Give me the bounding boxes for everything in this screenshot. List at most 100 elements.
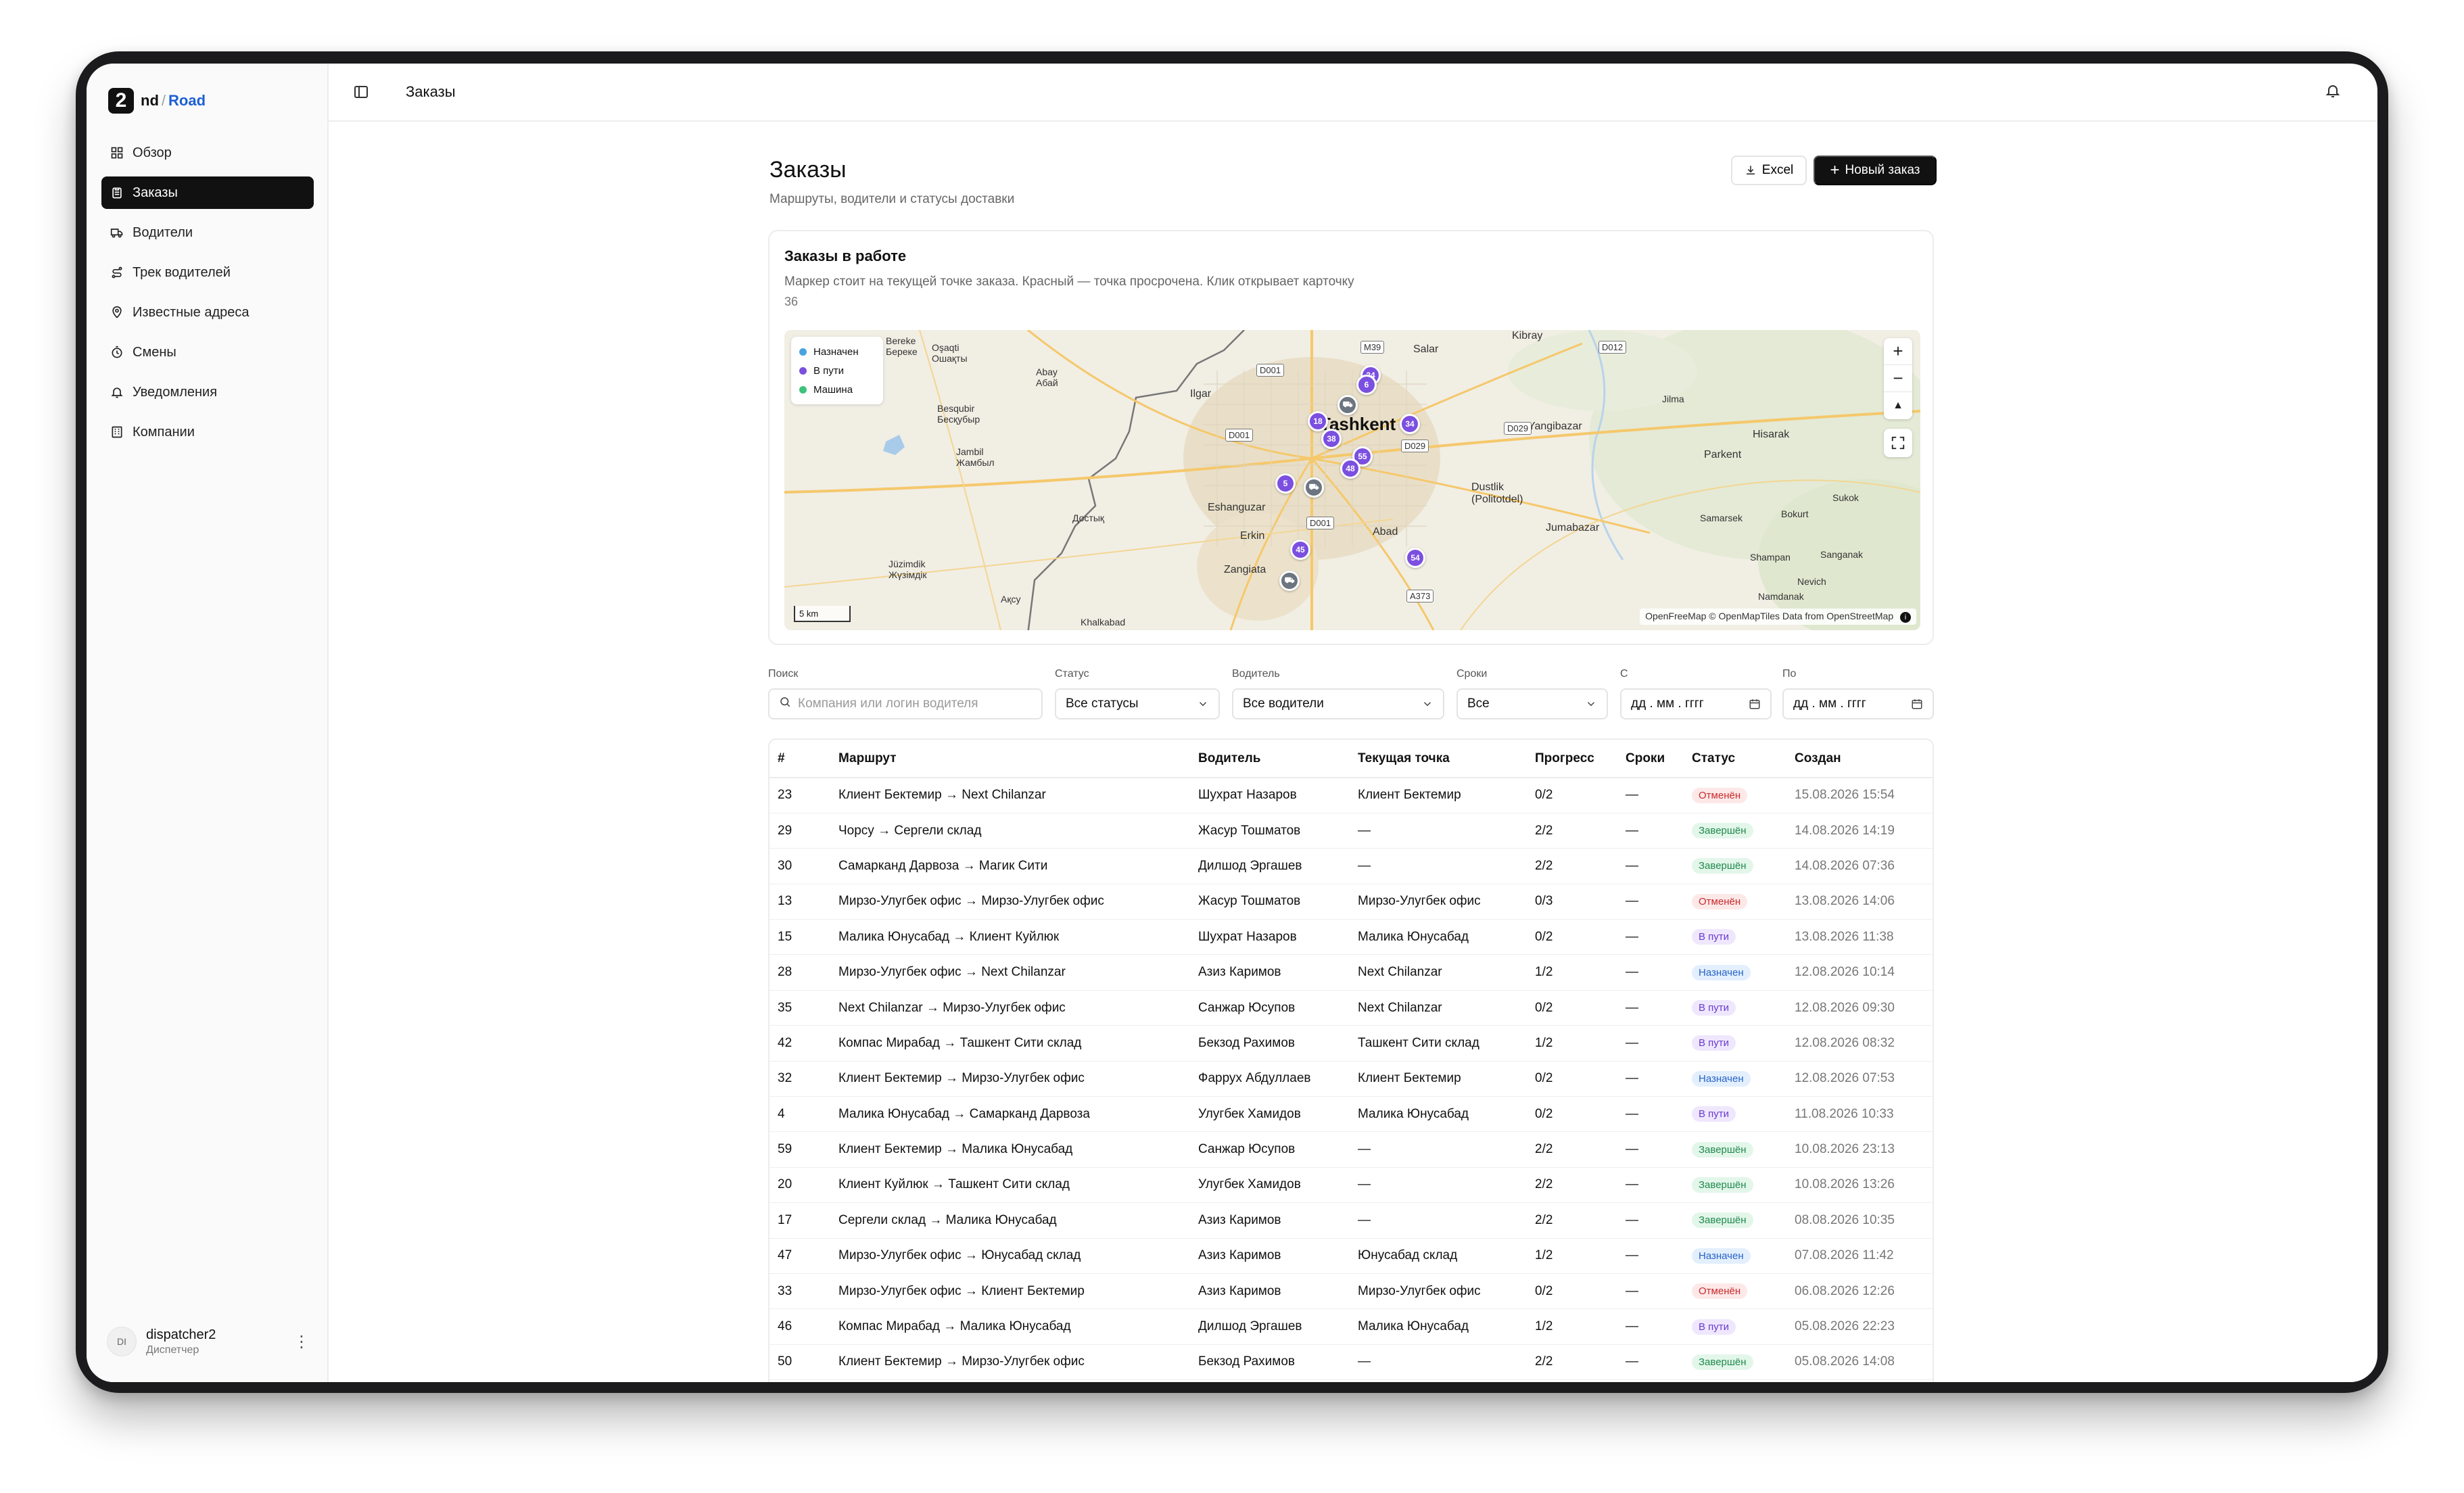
orders-map[interactable]: Назначен В пути Машина Bereke Береке Oşa…	[784, 330, 1920, 630]
map-place-label: Eshanguzar	[1208, 502, 1266, 513]
sidebar-item-known-addresses[interactable]: Известные адреса	[101, 296, 314, 329]
new-order-button[interactable]: + Новый заказ	[1814, 156, 1937, 185]
sidebar-item-driver-track[interactable]: Трек водителей	[101, 256, 314, 289]
driver-cell: Улугбек Хамидов	[1190, 1096, 1350, 1133]
table-row[interactable]: 23 Клиент Бектемир → Next Chilanzar Шухрат…	[769, 778, 1933, 813]
order-marker[interactable]: 48	[1340, 458, 1360, 479]
calendar-icon[interactable]	[1911, 698, 1923, 710]
status-cell: Завершён	[1684, 1131, 1786, 1168]
date-to-input[interactable]: дд . мм . гггг	[1782, 688, 1934, 719]
logo-text: nd / Road	[141, 92, 206, 110]
table-row[interactable]: 46 Компас Мирабад → Малика Юнусабад Дилшод…	[769, 1308, 1933, 1345]
more-vertical-icon[interactable]: ⋮	[293, 1332, 310, 1352]
sidebar-item-orders[interactable]: Заказы	[101, 176, 314, 209]
sidebar-toggle-icon[interactable]	[353, 84, 369, 100]
logo-mark: 2	[108, 88, 134, 114]
sidebar-item-label: Обзор	[133, 145, 172, 160]
status-badge: Завершён	[1692, 1177, 1753, 1193]
table-row[interactable]: 28 Мирзо-Улугбек офис → Next Chilanzar Ази…	[769, 954, 1933, 991]
sidebar-item-overview[interactable]: Обзор	[101, 137, 314, 169]
info-icon[interactable]: i	[1900, 612, 1911, 623]
map-place-label: Salar	[1413, 343, 1439, 355]
table-header-row: # Маршрут Водитель Текущая точка Прогрес…	[769, 740, 1933, 778]
route-cell: Мирзо-Улугбек офис → Next Chilanzar	[830, 954, 1190, 991]
order-id-cell: 4	[769, 1096, 830, 1133]
compass-button[interactable]: ▲	[1884, 392, 1912, 419]
vehicle-marker[interactable]: ⛟	[1304, 477, 1324, 498]
notifications-bell-icon[interactable]	[2325, 82, 2342, 100]
route-cell: Чорсу → Сергели склад	[830, 813, 1190, 849]
zoom-in-button[interactable]: +	[1884, 338, 1912, 365]
fullscreen-button[interactable]	[1884, 429, 1912, 457]
date-from-input[interactable]: дд . мм . гггг	[1620, 688, 1772, 719]
order-id-cell: 15	[769, 919, 830, 955]
sidebar-item-companies[interactable]: Компании	[101, 416, 314, 448]
deadline-cell: —	[1617, 990, 1684, 1026]
column-header[interactable]: Маршрут	[830, 740, 1190, 778]
progress-cell: 2/2	[1527, 1202, 1617, 1239]
fullscreen-icon	[1891, 436, 1905, 450]
order-marker[interactable]: 18	[1308, 411, 1328, 431]
map-place-label: Bereke Береке	[886, 335, 918, 357]
table-row[interactable]: 59 Клиент Бектемир → Малика Юнусабад Санжа…	[769, 1131, 1933, 1168]
order-marker[interactable]: 38	[1321, 429, 1342, 449]
table-row[interactable]: 33 Мирзо-Улугбек офис → Клиент Бектемир Аз…	[769, 1273, 1933, 1310]
table-row[interactable]: 32 Клиент Бектемир → Мирзо-Улугбек офис Фа…	[769, 1061, 1933, 1097]
app-window: 2 nd / Road Обзор Заказы Водители Трек вод…	[87, 64, 2377, 1382]
order-marker[interactable]: 5	[1275, 473, 1296, 494]
table-row[interactable]: 20 Клиент Куйлюк → Ташкент Сити склад Улуг…	[769, 1167, 1933, 1204]
column-header[interactable]: Водитель	[1190, 740, 1350, 778]
app-logo[interactable]: 2 nd / Road	[108, 88, 206, 114]
column-header[interactable]: #	[769, 740, 830, 778]
route-icon	[110, 265, 124, 280]
table-row[interactable]: 47 Мирзо-Улугбек офис → Юнусабад склад Ази…	[769, 1238, 1933, 1274]
order-id-cell: 29	[769, 813, 830, 849]
column-header[interactable]: Сроки	[1617, 740, 1684, 778]
deadline-cell: —	[1617, 954, 1684, 991]
sidebar-item-shifts[interactable]: Смены	[101, 336, 314, 369]
deadline-select[interactable]: Все	[1456, 688, 1608, 719]
order-marker[interactable]: 54	[1405, 548, 1425, 568]
driver-cell: Азиз Каримов	[1190, 1273, 1350, 1310]
table-row[interactable]: 50 Клиент Бектемир → Мирзо-Улугбек офис Бе…	[769, 1344, 1933, 1381]
progress-cell: 2/2	[1527, 848, 1617, 884]
driver-select[interactable]: Все водители	[1232, 688, 1444, 719]
calendar-icon[interactable]	[1749, 698, 1761, 710]
sidebar-item-drivers[interactable]: Водители	[101, 216, 314, 249]
table-row[interactable]: 13 Мирзо-Улугбек офис → Мирзо-Улугбек офи…	[769, 884, 1933, 920]
column-header[interactable]: Статус	[1684, 740, 1786, 778]
map-attribution[interactable]: OpenFreeMap © OpenMapTiles Data from Ope…	[1640, 609, 1916, 625]
created-cell: 10.08.2026 23:13	[1786, 1131, 1933, 1168]
driver-cell: Бекзод Рахимов	[1190, 1344, 1350, 1381]
excel-export-button[interactable]: Excel	[1731, 156, 1807, 185]
table-row[interactable]: 15 Малика Юнусабад → Клиент Куйлюк Шухрат …	[769, 919, 1933, 955]
table-row[interactable]: 4 Малика Юнусабад → Самарканд Дарвоза Улуг…	[769, 1096, 1933, 1133]
order-marker[interactable]: 34	[1400, 414, 1420, 434]
table-row[interactable]: 42 Компас Мирабад → Ташкент Сити склад Бек…	[769, 1025, 1933, 1062]
column-header[interactable]: Прогресс	[1527, 740, 1617, 778]
search-input[interactable]: Компания или логин водителя	[768, 688, 1043, 719]
status-cell: Завершён	[1684, 813, 1786, 849]
sidebar-item-notifications[interactable]: Уведомления	[101, 376, 314, 408]
sidebar-item-label: Водители	[133, 224, 193, 240]
status-cell: Отменён	[1684, 778, 1786, 813]
zoom-out-button[interactable]: −	[1884, 365, 1912, 392]
road-shield: D029	[1504, 422, 1532, 435]
table-row[interactable]: 29 Чорсу → Сергели склад Жасур Тошматов —2/…	[769, 813, 1933, 849]
status-badge: Отменён	[1692, 1283, 1748, 1300]
vehicle-marker[interactable]: ⛟	[1337, 395, 1358, 415]
status-badge: В пути	[1692, 1000, 1736, 1016]
order-marker[interactable]: 45	[1290, 540, 1310, 560]
column-header[interactable]: Создан	[1786, 740, 1933, 778]
status-select[interactable]: Все статусы	[1055, 688, 1220, 719]
order-marker[interactable]: 6	[1356, 375, 1377, 395]
table-row[interactable]: 30 Самарканд Дарвоза → Магик Сити Дилшод Э…	[769, 848, 1933, 884]
legend-item-vehicle: Машина	[799, 380, 875, 399]
table-row[interactable]: 17 Сергели склад → Малика Юнусабад Азиз Ка…	[769, 1202, 1933, 1239]
column-header[interactable]: Текущая точка	[1350, 740, 1527, 778]
user-profile[interactable]: DI dispatcher2 Диспетчер ⋮	[107, 1323, 310, 1360]
map-place-label: Nevich	[1797, 576, 1826, 587]
map-place-label: Erkin	[1240, 530, 1265, 542]
table-row[interactable]: 35 Next Chilanzar → Мирзо-Улугбек офис Сан…	[769, 990, 1933, 1026]
vehicle-marker[interactable]: ⛟	[1279, 571, 1300, 591]
